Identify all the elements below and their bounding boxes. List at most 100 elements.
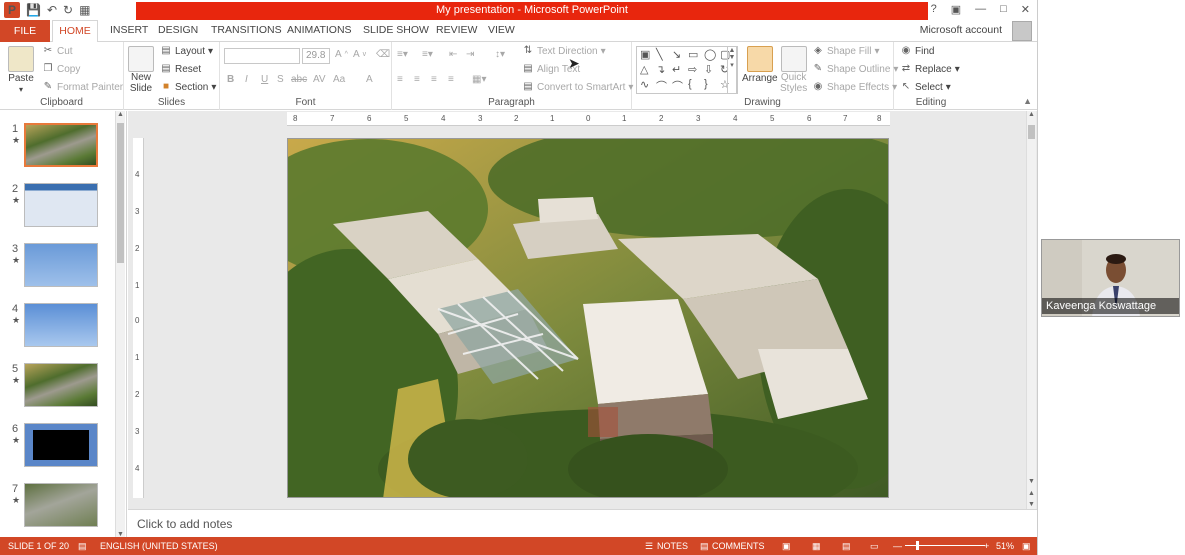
close-icon[interactable]: ✕ [1021, 3, 1030, 16]
arrange-button[interactable]: Arrange [742, 46, 778, 84]
scroll-up-icon[interactable]: ▲ [1027, 111, 1036, 118]
zoom-in-icon[interactable]: + [984, 541, 989, 551]
shape-effects-button[interactable]: ◉ Shape Effects ▾ [812, 81, 898, 93]
new-slide-button[interactable]: New Slide [128, 46, 154, 94]
scroll-down-icon[interactable]: ▼ [1027, 478, 1036, 485]
tab-animations[interactable]: ANIMATIONS [287, 24, 352, 36]
numbering-icon[interactable]: ≡▾ [422, 49, 433, 60]
slide-thumbnail-7[interactable] [24, 483, 98, 527]
shape-freeform-icon[interactable]: ∿ [640, 78, 649, 91]
restore-icon[interactable]: □ [1000, 3, 1007, 16]
collapse-ribbon-icon[interactable]: ▲ [1023, 96, 1032, 106]
decrease-indent-icon[interactable]: ⇤ [449, 49, 457, 60]
bold-button[interactable]: B [227, 74, 234, 85]
shape-curve-icon[interactable]: ⌒ [656, 78, 667, 94]
tab-design[interactable]: DESIGN [158, 24, 198, 36]
comments-icon[interactable]: ▤ [700, 541, 709, 552]
shape-arc-icon[interactable]: ⌒ [672, 78, 683, 94]
zoom-out-icon[interactable]: — [893, 541, 902, 551]
paste-button[interactable]: Paste ▾ [8, 46, 34, 94]
shrink-font-button[interactable]: Av [353, 49, 366, 60]
slide-thumbnail-6[interactable] [24, 423, 98, 467]
shape-elbow-icon[interactable]: ↴ [656, 63, 665, 76]
character-spacing-button[interactable]: AV [313, 74, 326, 85]
clear-format-icon[interactable]: ⌫ [376, 49, 390, 60]
scroll-up-icon[interactable]: ▲ [116, 111, 125, 118]
change-case-button[interactable]: Aa [333, 74, 345, 85]
shape-right-arrow-icon[interactable]: ⇨ [688, 63, 697, 76]
font-size-combo[interactable]: 29.8 [302, 48, 330, 64]
quick-styles-button[interactable]: Quick Styles [780, 46, 807, 94]
slide-scrollbar[interactable]: ▲ ▼ ▲ ▼ [1026, 111, 1036, 509]
gallery-scroll[interactable]: ▲ ▼ ▾ [727, 46, 737, 94]
shapes-gallery[interactable]: ▣ ╲ ↘ ▭ ◯ ▢ △ ↴ ↵ ⇨ ⇩ ↻ ∿ ⌒ ⌒ { } ☆ [636, 46, 738, 94]
notes-pane[interactable]: Click to add notes [128, 509, 1037, 537]
save-icon[interactable]: 💾 [26, 3, 41, 17]
shape-textbox-icon[interactable]: ▣ [640, 48, 650, 61]
scrollbar-thumb[interactable] [117, 123, 124, 263]
replace-button[interactable]: ⇄ Replace ▾ [900, 63, 960, 75]
zoom-slider-thumb[interactable] [916, 541, 919, 550]
shape-brace-left-icon[interactable]: { [688, 78, 692, 90]
convert-smartart-button[interactable]: ▤ Convert to SmartArt ▾ [522, 81, 633, 93]
tab-view[interactable]: VIEW [488, 24, 515, 36]
tab-review[interactable]: REVIEW [436, 24, 477, 36]
zoom-level[interactable]: 51% [996, 541, 1014, 551]
thumbnail-scrollbar[interactable]: ▲ ▼ [115, 111, 125, 538]
notes-toggle[interactable]: NOTES [657, 541, 688, 551]
shape-fill-button[interactable]: ◈ Shape Fill ▾ [812, 45, 879, 57]
shape-brace-right-icon[interactable]: } [704, 78, 708, 90]
spellcheck-icon[interactable]: ▤ [78, 541, 87, 552]
slide-sorter-icon[interactable]: ▦ [812, 541, 821, 552]
slide-thumbnail-5[interactable] [24, 363, 98, 407]
tab-home[interactable]: HOME [52, 20, 98, 43]
current-slide[interactable] [287, 138, 889, 498]
shadow-button[interactable]: S [277, 74, 284, 85]
tab-file[interactable]: FILE [0, 20, 50, 42]
shape-line-icon[interactable]: ╲ [656, 48, 663, 61]
shape-down-arrow-icon[interactable]: ⇩ [704, 63, 713, 76]
align-left-icon[interactable]: ≡ [397, 74, 403, 85]
align-center-icon[interactable]: ≡ [414, 74, 420, 85]
section-button[interactable]: ■ Section ▾ [160, 81, 216, 93]
slide-thumbnail-1[interactable] [24, 123, 98, 167]
slide-thumbnail-4[interactable] [24, 303, 98, 347]
columns-icon[interactable]: ▦▾ [472, 74, 486, 85]
shape-connector-icon[interactable]: ↵ [672, 63, 681, 76]
tab-transitions[interactable]: TRANSITIONS [211, 24, 282, 36]
font-color-button[interactable]: A [366, 74, 373, 85]
select-button[interactable]: ↖ Select ▾ [900, 81, 951, 93]
format-painter-button[interactable]: ✎ Format Painter [42, 81, 123, 93]
shape-rectangle-icon[interactable]: ▭ [688, 48, 698, 61]
underline-button[interactable]: U [261, 74, 268, 85]
normal-view-icon[interactable]: ▣ [782, 541, 791, 552]
shape-triangle-icon[interactable]: △ [640, 63, 648, 76]
cut-button[interactable]: ✂ Cut [42, 45, 73, 57]
shape-outline-button[interactable]: ✎ Shape Outline ▾ [812, 63, 899, 75]
next-slide-icon[interactable]: ▼ [1027, 501, 1036, 508]
reset-button[interactable]: ▤ Reset [160, 63, 201, 75]
layout-button[interactable]: ▤ Layout ▾ [160, 45, 213, 57]
language-indicator[interactable]: ENGLISH (UNITED STATES) [100, 541, 218, 551]
slideshow-view-icon[interactable]: ▭ [870, 541, 879, 552]
tab-slide-show[interactable]: SLIDE SHOW [363, 24, 429, 36]
slide-thumbnail-2[interactable] [24, 183, 98, 227]
text-direction-button[interactable]: ⇅ Text Direction ▾ [522, 45, 606, 57]
ribbon-display-icon[interactable]: ▣ [951, 3, 961, 16]
strikethrough-button[interactable]: abc [291, 74, 307, 85]
comments-toggle[interactable]: COMMENTS [712, 541, 765, 551]
grow-font-button[interactable]: A ^ [335, 49, 348, 60]
avatar[interactable] [1012, 21, 1032, 41]
increase-indent-icon[interactable]: ⇥ [466, 49, 474, 60]
slide-thumbnail-3[interactable] [24, 243, 98, 287]
redo-icon[interactable]: ↻ [63, 3, 73, 17]
shape-oval-icon[interactable]: ◯ [704, 48, 716, 61]
italic-button[interactable]: I [245, 74, 248, 85]
align-right-icon[interactable]: ≡ [431, 74, 437, 85]
previous-slide-icon[interactable]: ▲ [1027, 490, 1036, 497]
tab-insert[interactable]: INSERT [110, 24, 148, 36]
notes-icon[interactable]: ☰ [645, 541, 653, 552]
shape-arrow-line-icon[interactable]: ↘ [672, 48, 681, 61]
find-button[interactable]: ◉ Find [900, 45, 935, 57]
bullets-icon[interactable]: ≡▾ [397, 49, 408, 60]
